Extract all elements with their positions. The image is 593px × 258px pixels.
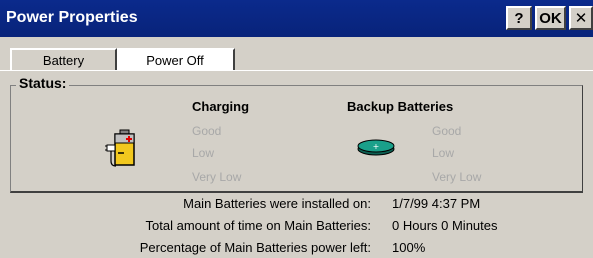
svg-text:+: + xyxy=(373,142,380,151)
backup-battery-icon: + xyxy=(357,139,395,156)
help-button[interactable]: ? xyxy=(506,6,532,30)
backup-heading: Backup Batteries xyxy=(347,99,454,114)
time-on-batteries-label: Total amount of time on Main Batteries: xyxy=(145,218,371,233)
dialog-content: Power Off Battery Status: Charging Backu… xyxy=(0,37,593,258)
charging-heading: Charging xyxy=(192,99,250,114)
tab-battery[interactable]: Battery xyxy=(10,48,117,71)
tab-strip-divider xyxy=(0,70,593,71)
battery-charging-icon xyxy=(105,129,135,167)
charging-level-good: Good xyxy=(192,124,222,138)
tab-power-off-label: Power Off xyxy=(146,53,204,68)
time-on-batteries-value: 0 Hours 0 Minutes xyxy=(392,218,498,233)
charging-level-very-low: Very Low xyxy=(192,170,242,184)
backup-level-good: Good xyxy=(432,124,462,138)
window-title: Power Properties xyxy=(6,9,138,26)
charging-level-low: Low xyxy=(192,146,215,160)
status-legend: Status: xyxy=(16,75,70,91)
ok-button[interactable]: OK xyxy=(535,6,566,30)
title-bar: Power Properties ? OK ✕ xyxy=(0,0,593,37)
status-groupbox xyxy=(10,85,583,193)
close-button[interactable]: ✕ xyxy=(569,6,593,30)
backup-level-very-low: Very Low xyxy=(432,170,482,184)
tab-power-off[interactable]: Power Off xyxy=(115,48,235,71)
power-left-label: Percentage of Main Batteries power left: xyxy=(139,240,371,255)
power-left-value: 100% xyxy=(392,240,426,255)
installed-date-label: Main Batteries were installed on: xyxy=(183,196,371,211)
installed-date-value: 1/7/99 4:37 PM xyxy=(392,196,481,211)
tab-battery-label: Battery xyxy=(42,53,85,68)
backup-level-low: Low xyxy=(432,146,455,160)
